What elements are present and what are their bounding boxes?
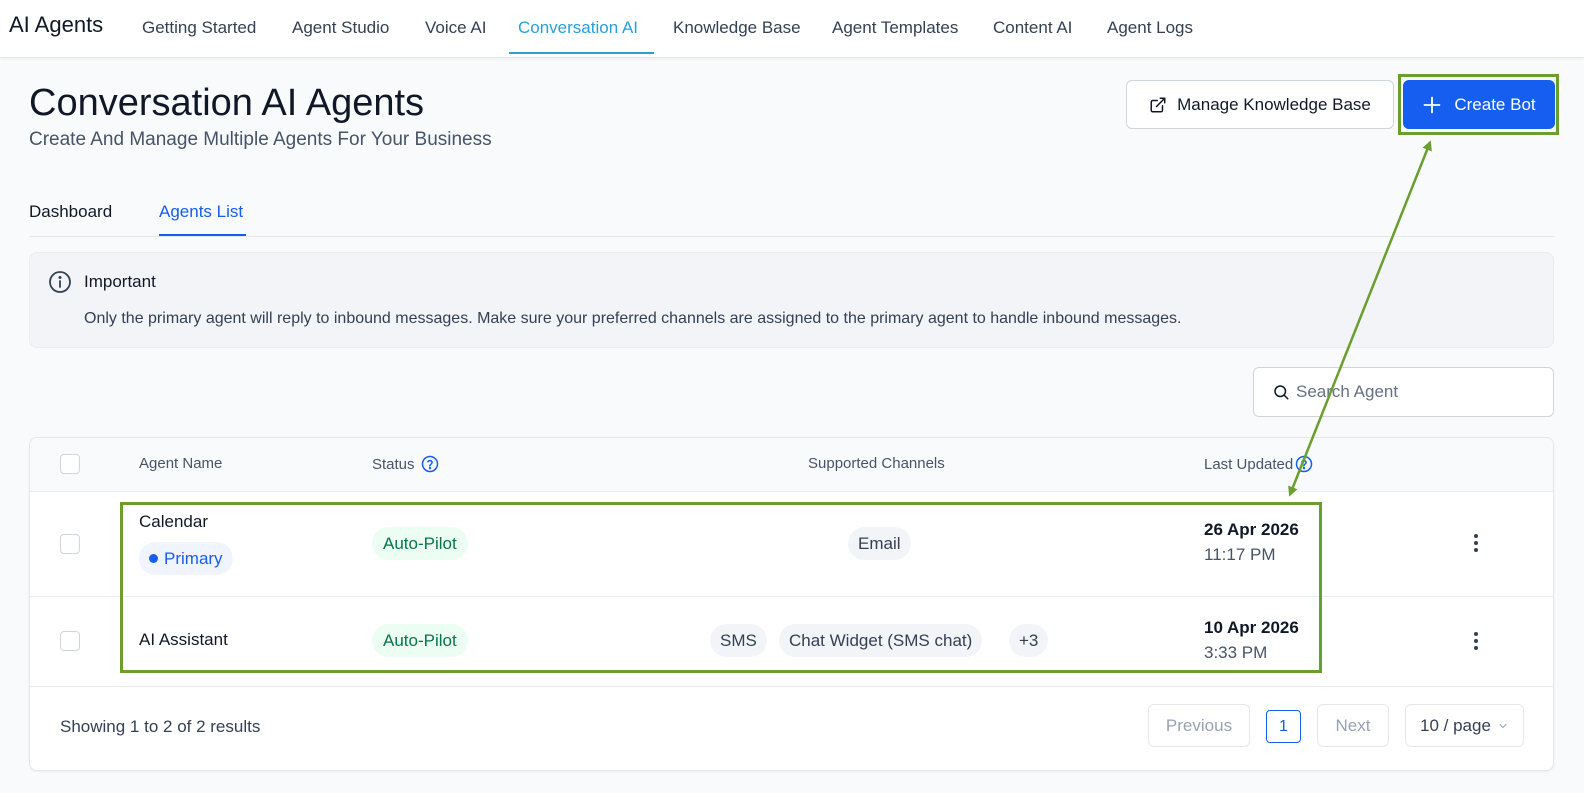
channel-chip: Email xyxy=(848,527,911,560)
search-icon xyxy=(1274,385,1289,400)
agent-name[interactable]: Calendar xyxy=(139,512,208,532)
alert-title: Important xyxy=(84,272,156,291)
manage-knowledge-base-button[interactable]: Manage Knowledge Base xyxy=(1126,80,1394,129)
channel-chip: SMS xyxy=(710,624,767,657)
last-updated-time: 11:17 PM xyxy=(1204,545,1276,564)
column-supported-channels-label: Supported Channels xyxy=(808,455,945,472)
nav-tab-conversation-ai[interactable]: Conversation AI xyxy=(518,18,638,38)
next-page-button[interactable]: Next xyxy=(1317,704,1389,747)
nav-tab-agent-logs[interactable]: Agent Logs xyxy=(1107,18,1193,38)
tab-dashboard[interactable]: Dashboard xyxy=(29,202,112,222)
search-input[interactable] xyxy=(1296,382,1546,402)
search-box[interactable] xyxy=(1253,367,1554,417)
page-title: Conversation AI Agents xyxy=(29,82,425,124)
annotation-highlight-create-bot xyxy=(1398,74,1559,135)
channel-chip: Chat Widget (SMS chat) xyxy=(779,624,983,657)
last-updated-time: 3:33 PM xyxy=(1204,643,1268,662)
nav-tab-agent-studio[interactable]: Agent Studio xyxy=(292,18,389,38)
help-icon[interactable] xyxy=(1295,455,1313,473)
agents-table: Agent Name Status Supported Channels Las… xyxy=(29,437,1554,771)
active-tab-indicator xyxy=(509,52,654,54)
chevron-down-icon xyxy=(1499,723,1507,728)
alert-text: Only the primary agent will reply to inb… xyxy=(84,310,1182,327)
info-icon xyxy=(49,271,71,293)
primary-badge: Primary xyxy=(139,542,233,575)
tabs-divider xyxy=(29,236,1554,237)
nav-tab-agent-templates[interactable]: Agent Templates xyxy=(832,18,958,38)
column-last-updated-label: Last Updated xyxy=(1204,455,1294,473)
table-row[interactable]: Calendar Primary Auto-Pilot Email 26 Apr… xyxy=(30,492,1553,597)
app-brand: AI Agents xyxy=(9,12,104,37)
nav-tab-knowledge-base[interactable]: Knowledge Base xyxy=(673,18,801,38)
table-header: Agent Name Status Supported Channels Las… xyxy=(30,438,1553,492)
important-alert: Important Only the primary agent will re… xyxy=(29,252,1554,348)
results-count: Showing 1 to 2 of 2 results xyxy=(60,717,261,736)
page-size-select[interactable]: 10 / page xyxy=(1405,704,1524,747)
status-badge: Auto-Pilot xyxy=(372,527,468,560)
row-checkbox[interactable] xyxy=(60,534,80,554)
last-updated-date: 10 Apr 2026 xyxy=(1204,618,1299,637)
tab-agents-list[interactable]: Agents List xyxy=(159,202,243,222)
select-all-checkbox[interactable] xyxy=(60,454,80,474)
column-header-supported-channels: Supported Channels xyxy=(808,455,945,472)
manage-knowledge-base-label: Manage Knowledge Base xyxy=(1177,94,1371,114)
nav-tab-content-ai[interactable]: Content AI xyxy=(993,18,1072,38)
primary-dot-icon xyxy=(149,554,158,563)
agent-name[interactable]: AI Assistant xyxy=(139,630,228,650)
row-checkbox[interactable] xyxy=(60,631,80,651)
nav-tab-getting-started[interactable]: Getting Started xyxy=(142,18,256,38)
external-link-icon xyxy=(1150,97,1166,112)
help-icon[interactable] xyxy=(421,455,439,473)
page-subtitle: Create And Manage Multiple Agents For Yo… xyxy=(29,129,492,150)
subtab-active-indicator xyxy=(159,234,246,236)
top-navigation: AI Agents Getting Started Agent Studio V… xyxy=(0,0,1584,58)
column-status-label: Status xyxy=(372,455,415,473)
more-channels-chip[interactable]: +3 xyxy=(1009,624,1049,657)
column-header-status: Status xyxy=(372,455,439,473)
page-size-value: 10 / page xyxy=(1420,715,1491,735)
nav-tab-voice-ai[interactable]: Voice AI xyxy=(425,18,486,38)
previous-page-button[interactable]: Previous xyxy=(1148,704,1250,747)
row-actions-menu-icon[interactable] xyxy=(1470,532,1482,554)
column-agent-name-label: Agent Name xyxy=(139,455,223,472)
column-header-agent-name: Agent Name xyxy=(139,455,222,472)
column-header-last-updated: Last Updated xyxy=(1204,455,1313,473)
status-badge: Auto-Pilot xyxy=(372,624,468,657)
page-number-button[interactable]: 1 xyxy=(1266,710,1301,743)
table-row[interactable]: AI Assistant Auto-Pilot SMS Chat Widget … xyxy=(30,597,1553,687)
row-actions-menu-icon[interactable] xyxy=(1470,630,1482,652)
primary-badge-label: Primary xyxy=(164,548,223,568)
last-updated-date: 26 Apr 2026 xyxy=(1204,520,1299,539)
